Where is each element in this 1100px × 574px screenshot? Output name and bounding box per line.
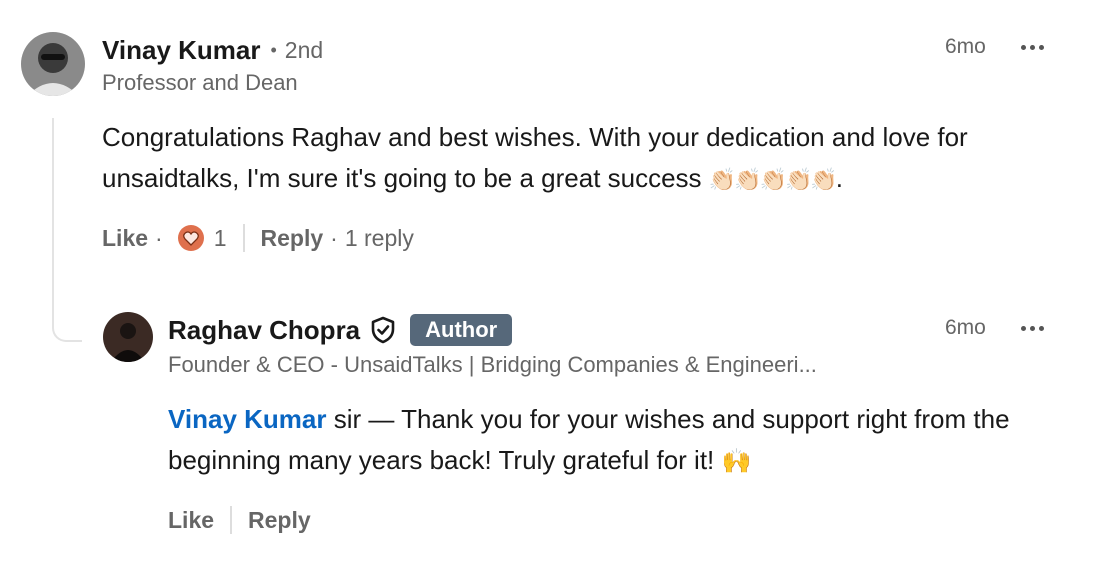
avatar-raghav-chopra[interactable] <box>103 312 153 362</box>
reply-author-headline: Founder & CEO - UnsaidTalks | Bridging C… <box>168 352 817 377</box>
connection-separator: • <box>270 40 277 60</box>
thread-connector-line <box>52 118 82 342</box>
comment-actions: Like · 1 Reply · 1 reply <box>102 222 414 254</box>
comment-like-button[interactable]: Like <box>102 225 148 252</box>
comment-author-line: Vinay Kumar • 2nd <box>102 34 323 66</box>
action-divider <box>230 506 233 534</box>
heart-reaction-icon[interactable] <box>177 225 204 251</box>
reply-body: Vinay Kumar sir — Thank you for your wis… <box>168 399 1068 482</box>
comment-author-name[interactable]: Vinay Kumar <box>102 34 260 66</box>
reply-actions: Like Reply <box>168 504 311 536</box>
reply-author-name[interactable]: Raghav Chopra <box>168 314 360 346</box>
ellipsis-icon <box>1021 325 1026 331</box>
comment-text-end: . <box>835 163 843 193</box>
action-dot: · <box>330 224 338 251</box>
shield-check-icon <box>370 316 396 344</box>
action-divider <box>242 224 245 252</box>
clapping-hands-emoji: 👏🏻👏🏻👏🏻👏🏻👏🏻 <box>708 167 838 192</box>
comment-more-options-button[interactable] <box>1021 33 1044 61</box>
reply-reply-button[interactable]: Reply <box>248 507 311 534</box>
mention-link[interactable]: Vinay Kumar <box>168 404 326 434</box>
avatar-vinay-kumar[interactable] <box>21 32 85 96</box>
reply-more-options-button[interactable] <box>1021 314 1044 342</box>
comment-reply-button[interactable]: Reply <box>261 225 324 252</box>
author-badge: Author <box>410 314 513 346</box>
raising-hands-emoji: 🙌 <box>721 448 752 475</box>
reaction-count[interactable]: 1 <box>214 225 227 252</box>
reply-author-line: Raghav Chopra Author <box>168 314 513 346</box>
comment-body: Congratulations Raghav and best wishes. … <box>102 117 1062 200</box>
connection-degree: 2nd <box>284 37 324 63</box>
ellipsis-icon <box>1021 44 1026 50</box>
replies-count-link[interactable]: 1 reply <box>345 225 414 252</box>
action-dot: · <box>155 224 163 251</box>
reply-timestamp: 6mo <box>945 316 986 339</box>
comment-timestamp: 6mo <box>945 35 986 58</box>
comment-author-headline: Professor and Dean <box>102 70 298 95</box>
reply-like-button[interactable]: Like <box>168 507 214 534</box>
